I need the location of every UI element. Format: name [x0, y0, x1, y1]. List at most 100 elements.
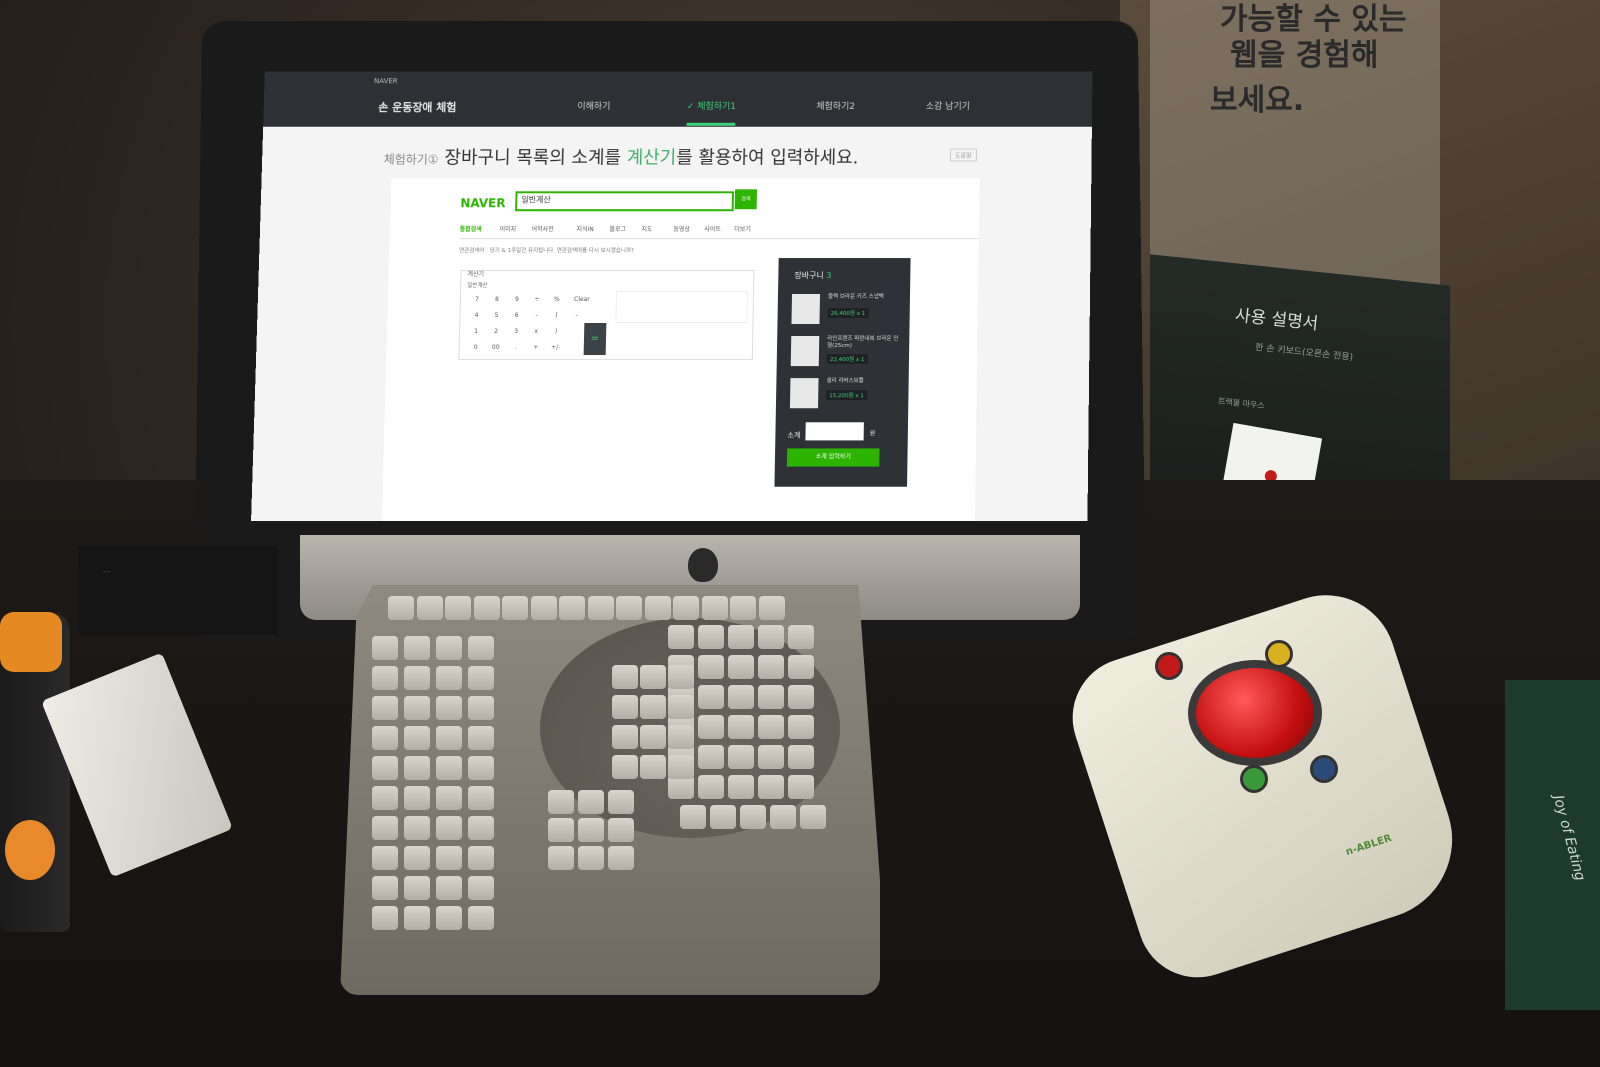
keycap[interactable]	[548, 818, 574, 842]
keycap[interactable]	[436, 906, 462, 930]
keycap[interactable]	[468, 726, 494, 750]
calc-key[interactable]: 5	[486, 309, 506, 323]
submit-subtotal-button[interactable]: 소계 입력하기	[786, 448, 880, 467]
keycap[interactable]	[758, 775, 784, 799]
calc-key[interactable]: 0	[465, 341, 485, 355]
calc-key[interactable]: 6	[506, 309, 526, 323]
keycap[interactable]	[668, 665, 694, 689]
calc-key[interactable]: +/-	[546, 341, 566, 355]
calc-equals-key[interactable]: =	[583, 323, 607, 356]
keycap[interactable]	[758, 596, 785, 620]
calc-clear-key[interactable]: Clear	[567, 293, 597, 307]
keycap[interactable]	[372, 696, 398, 720]
keycap[interactable]	[701, 596, 728, 620]
subtab-dictionary[interactable]: 어학사전	[532, 224, 554, 233]
keycap[interactable]	[612, 665, 638, 689]
keycap[interactable]	[388, 596, 414, 620]
calc-key[interactable]: 3	[506, 325, 526, 339]
keycap[interactable]	[372, 726, 398, 750]
keycap[interactable]	[728, 745, 754, 769]
keycap[interactable]	[788, 715, 814, 739]
keycap[interactable]	[404, 816, 430, 840]
keycap[interactable]	[372, 756, 398, 780]
keycap[interactable]	[468, 876, 494, 900]
keycap[interactable]	[404, 726, 430, 750]
keycap[interactable]	[612, 725, 638, 749]
subtab-more[interactable]: 더보기	[734, 224, 751, 233]
keycap[interactable]	[548, 846, 574, 870]
keycap[interactable]	[640, 725, 666, 749]
calc-key[interactable]: 1	[466, 325, 486, 339]
keycap[interactable]	[728, 775, 754, 799]
tab-experience-2[interactable]: 체험하기2	[816, 99, 855, 112]
keycap[interactable]	[404, 846, 430, 870]
keycap[interactable]	[468, 636, 494, 660]
keycap[interactable]	[548, 790, 574, 814]
keycap[interactable]	[698, 745, 724, 769]
keycap[interactable]	[728, 655, 754, 679]
keycap[interactable]	[404, 876, 430, 900]
keycap[interactable]	[730, 596, 756, 620]
tab-feedback[interactable]: 소감 남기기	[926, 99, 970, 112]
keycap[interactable]	[788, 775, 814, 799]
keycap[interactable]	[468, 786, 494, 810]
keycap[interactable]	[680, 805, 706, 829]
keycap[interactable]	[698, 775, 724, 799]
keycap[interactable]	[436, 666, 462, 690]
keycap[interactable]	[468, 906, 494, 930]
calc-key[interactable]: 9	[507, 293, 527, 307]
keycap[interactable]	[578, 818, 604, 842]
keycap[interactable]	[758, 715, 784, 739]
naver-logo[interactable]: NAVER	[460, 196, 506, 210]
calc-key[interactable]: +	[526, 341, 546, 355]
keycap[interactable]	[468, 696, 494, 720]
keycap[interactable]	[698, 655, 724, 679]
keycap[interactable]	[404, 696, 430, 720]
keycap[interactable]	[372, 786, 398, 810]
keycap[interactable]	[788, 625, 814, 649]
keycap[interactable]	[468, 846, 494, 870]
calc-key[interactable]: .	[506, 341, 526, 355]
keycap[interactable]	[668, 755, 694, 779]
trackball-ball[interactable]	[1188, 660, 1322, 766]
keycap[interactable]	[502, 596, 528, 620]
keycap[interactable]	[612, 695, 638, 719]
keycap[interactable]	[668, 695, 694, 719]
keycap[interactable]	[608, 818, 634, 842]
yellow-button-icon[interactable]	[1265, 640, 1293, 668]
keycap[interactable]	[404, 636, 430, 660]
keycap[interactable]	[372, 816, 398, 840]
tab-experience-1[interactable]: ✓ 체험하기1	[686, 99, 737, 126]
calculator-mode[interactable]: 일반계산	[467, 281, 487, 289]
keycap[interactable]	[800, 805, 826, 829]
keycap[interactable]	[436, 786, 462, 810]
subtotal-input[interactable]	[805, 422, 864, 441]
keycap[interactable]	[728, 715, 754, 739]
keycap[interactable]	[468, 666, 494, 690]
keycap[interactable]	[436, 816, 462, 840]
keycap[interactable]	[758, 685, 784, 709]
search-button[interactable]: 검색	[734, 189, 758, 210]
keycap[interactable]	[758, 745, 784, 769]
subtab-map[interactable]: 지도	[641, 224, 652, 233]
keycap[interactable]	[468, 756, 494, 780]
keycap[interactable]	[788, 745, 814, 769]
keycap[interactable]	[640, 665, 666, 689]
subtab-site[interactable]: 사이트	[704, 224, 721, 233]
keycap[interactable]	[612, 755, 638, 779]
keycap[interactable]	[668, 725, 694, 749]
keycap[interactable]	[372, 636, 398, 660]
calc-key[interactable]: x	[526, 325, 546, 339]
keycap[interactable]	[404, 756, 430, 780]
keycap[interactable]	[445, 596, 471, 620]
keycap[interactable]	[644, 596, 671, 620]
keycap[interactable]	[436, 756, 462, 780]
keycap[interactable]	[404, 666, 430, 690]
blue-button-icon[interactable]	[1310, 755, 1338, 783]
keycap[interactable]	[740, 805, 766, 829]
calc-key[interactable]: (	[546, 309, 566, 323]
keycap[interactable]	[372, 876, 398, 900]
calc-key[interactable]: 8	[487, 293, 507, 307]
subtab-video[interactable]: 동영상	[673, 224, 690, 233]
calc-key[interactable]: 4	[466, 309, 486, 323]
